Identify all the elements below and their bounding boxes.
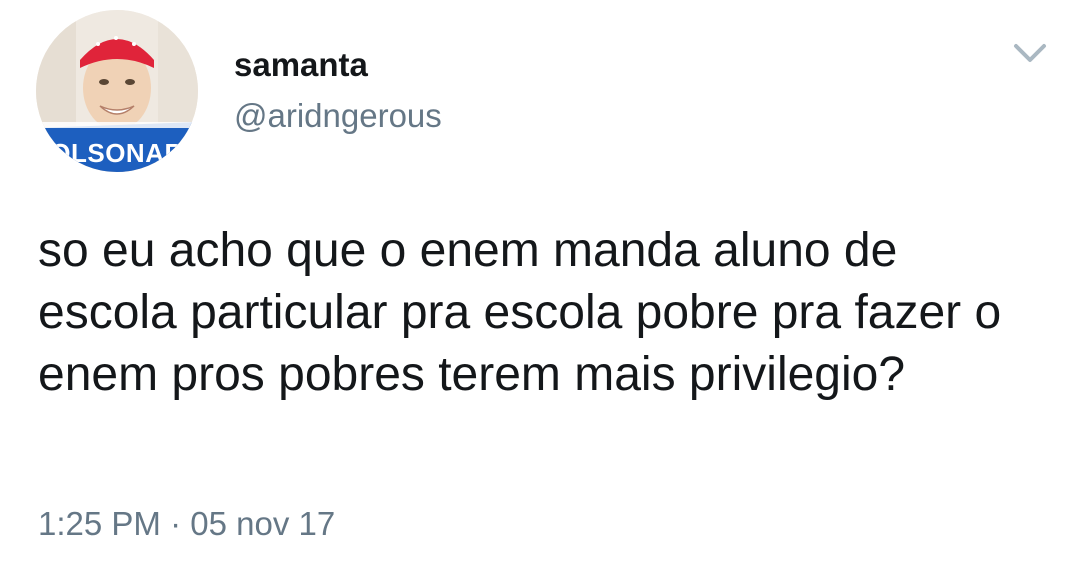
timestamp-separator: · <box>160 505 191 542</box>
tweet-text: so eu acho que o enem manda aluno de esc… <box>38 224 1002 401</box>
tweet-card: OLSONAR samanta @aridngerous so eu acho … <box>0 0 1069 580</box>
avatar[interactable]: OLSONAR <box>36 10 198 172</box>
display-name[interactable]: samanta <box>234 46 368 84</box>
tweet-date: 05 nov 17 <box>190 505 336 542</box>
avatar-banner-text: OLSONAR <box>50 138 184 168</box>
chevron-down-icon-glyph <box>1014 44 1046 62</box>
chevron-down-icon[interactable] <box>1010 38 1050 68</box>
tweet-time: 1:25 PM <box>38 505 161 542</box>
user-handle[interactable]: @aridngerous <box>234 96 442 136</box>
tweet-timestamp[interactable]: 1:25 PM · 05 nov 17 <box>38 504 335 544</box>
